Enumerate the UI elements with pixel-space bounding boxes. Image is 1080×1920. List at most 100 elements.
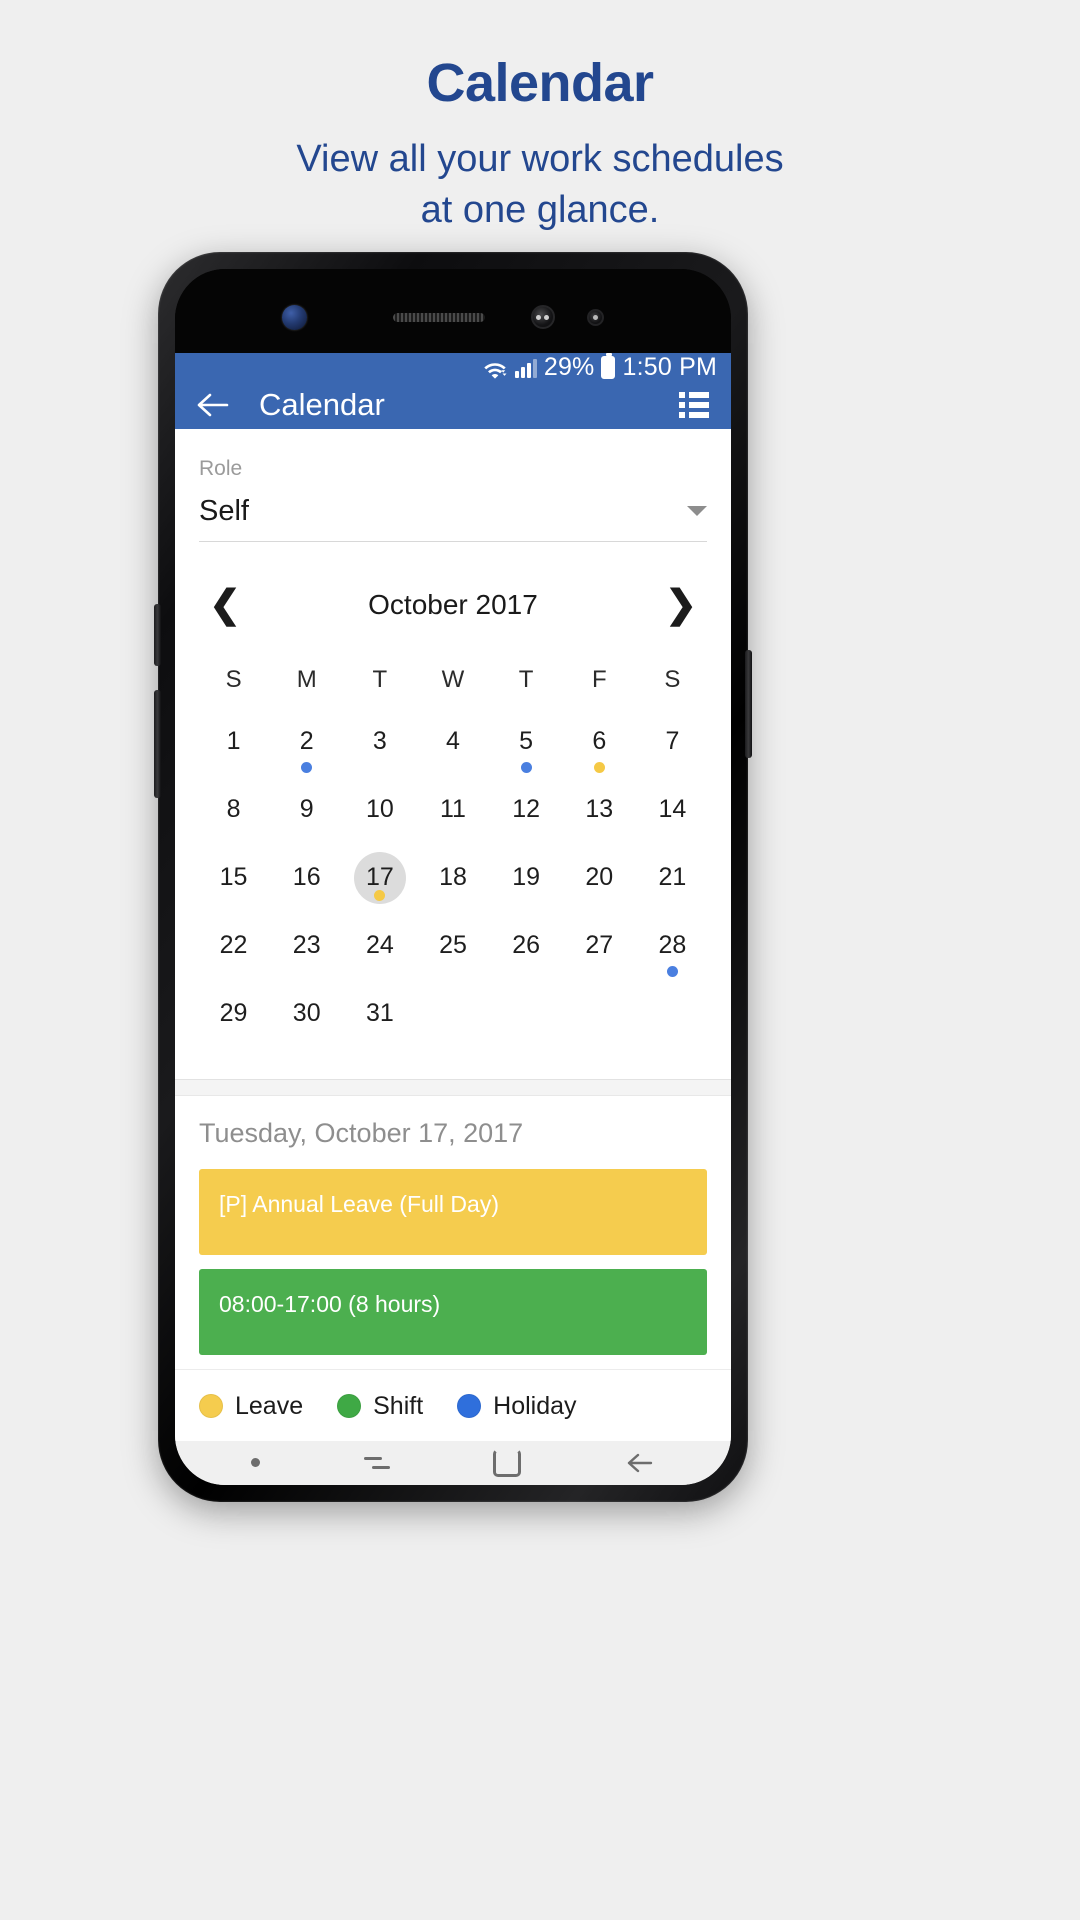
calendar-day-cell[interactable]: 31 [343,988,416,1056]
dot-icon[interactable] [250,1458,260,1468]
calendar-week-row: 29 30 31 [197,988,709,1056]
calendar-day-cell[interactable]: 3 [343,716,416,784]
front-camera-icon [282,305,307,330]
calendar-day-cell[interactable]: 22 [197,920,270,988]
calendar-day-number: 10 [365,795,394,824]
calendar-day-cell[interactable]: 18 [416,852,489,920]
volume-up-button[interactable] [154,604,161,666]
calendar-day-number: 13 [585,795,614,824]
calendar-day-number: 14 [658,795,687,824]
weekday-header: T [372,665,388,693]
calendar-day-cell[interactable]: 21 [636,852,709,920]
calendar-day-marker-dot [301,761,313,773]
calendar-day-cell[interactable]: 7 [636,716,709,784]
legend-color-dot [199,1394,223,1419]
calendar-day-number: 19 [512,863,541,892]
calendar-day-cell[interactable]: 17 [343,851,416,920]
calendar-day-cell[interactable]: 28 [636,920,709,988]
calendar-day-cell[interactable]: 6 [563,716,636,784]
legend-label: Shift [373,1391,424,1420]
calendar-day-empty [490,988,563,1056]
month-title: October 2017 [368,588,538,620]
promo-subtitle: View all your work schedules at one glan… [0,134,1080,237]
day-detail: Tuesday, October 17, 2017 [P] Annual Lea… [175,1095,731,1369]
home-icon[interactable] [493,1448,522,1477]
legend-label: Holiday [493,1391,577,1420]
role-dropdown[interactable]: Self [199,495,707,542]
calendar-day-marker-dot [666,965,678,977]
calendar-day-cell[interactable]: 16 [270,852,343,920]
calendar-day-number: 4 [446,727,460,756]
back-arrow-icon[interactable] [625,1450,655,1476]
role-selector[interactable]: Role Self [175,428,731,542]
arrow-left-icon[interactable] [197,390,231,420]
promo-header: Calendar View all your work schedules at… [0,0,1080,237]
calendar-day-cell[interactable]: 12 [490,784,563,852]
promo-subtitle-line-2: at one glance. [420,189,660,232]
calendar-day-number: 31 [365,999,394,1028]
legend: Leave Shift Holiday [175,1368,731,1441]
calendar-day-empty [636,988,709,1056]
calendar-day-number: 9 [299,795,314,824]
calendar-day-cell[interactable]: 19 [490,852,563,920]
calendar-day-number: 2 [299,727,314,756]
chevron-right-icon[interactable]: ❯ [661,586,701,624]
calendar-day-cell[interactable]: 11 [416,784,489,852]
legend-item: Holiday [457,1391,577,1421]
chevron-left-icon[interactable]: ❮ [205,586,245,624]
calendar-bottom-space [175,1055,731,1080]
calendar-day-cell[interactable]: 29 [197,988,270,1056]
calendar-day-number: 30 [292,999,321,1028]
calendar-day-cell[interactable]: 2 [270,716,343,784]
calendar-day-number: 21 [658,863,687,892]
volume-down-button[interactable] [154,690,161,798]
calendar-day-cell[interactable]: 14 [636,784,709,852]
power-button[interactable] [745,650,752,758]
calendar-day-cell[interactable]: 25 [416,920,489,988]
calendar-day-number: 25 [439,931,467,960]
chevron-down-icon[interactable] [687,506,707,517]
weekday-header-row: SMTWTFS [197,654,709,716]
recents-icon[interactable] [363,1452,390,1474]
battery-icon [601,353,616,379]
calendar-day-cell[interactable]: 1 [197,716,270,784]
app-bar: Calendar [175,382,731,429]
calendar-day-number: 16 [292,863,321,892]
list-view-icon[interactable] [679,392,709,419]
calendar-week-row: 1 2 3 4 5 6 7 [197,716,709,784]
calendar-day-cell[interactable]: 8 [197,784,270,852]
event-label: 08:00-17:00 (8 hours) [219,1290,441,1317]
battery-percent-label: 29% [543,353,595,381]
legend-color-dot [457,1394,482,1419]
android-nav-bar [175,1440,731,1485]
calendar-day-cell[interactable]: 27 [563,920,636,988]
earpiece-speaker-icon [393,313,485,322]
role-label: Role [199,456,243,480]
calendar-day-number: 7 [665,727,680,756]
calendar-week-row: 8 9 10 11 12 13 14 [197,784,709,852]
calendar-day-number: 26 [512,931,541,960]
calendar-day-cell[interactable]: 30 [270,988,343,1056]
calendar-day-cell[interactable]: 10 [343,784,416,852]
calendar-day-empty [563,988,636,1056]
calendar-day-cell[interactable]: 5 [490,716,563,784]
event-item[interactable]: 08:00-17:00 (8 hours) [199,1268,707,1355]
calendar-day-number: 27 [585,931,614,960]
calendar-week-row: 15 16 17 18 19 20 21 [197,851,709,920]
calendar-day-number: 18 [439,863,467,892]
event-item[interactable]: [P] Annual Leave (Full Day) [199,1168,707,1255]
role-value: Self [199,494,249,527]
calendar-day-cell[interactable]: 15 [197,852,270,920]
calendar-day-number: 29 [219,999,248,1028]
section-divider [175,1079,731,1096]
legend-item: Shift [337,1392,423,1421]
calendar-day-cell[interactable]: 4 [416,716,489,784]
calendar-day-cell[interactable]: 20 [563,852,636,920]
calendar-day-cell[interactable]: 9 [270,784,343,852]
calendar-day-cell[interactable]: 24 [343,920,416,988]
calendar-day-cell[interactable]: 23 [270,920,343,988]
calendar-day-cell[interactable]: 13 [563,784,636,852]
calendar-day-number: 22 [219,931,248,960]
calendar-day-number: 23 [292,931,321,960]
calendar-day-cell[interactable]: 26 [490,920,563,988]
